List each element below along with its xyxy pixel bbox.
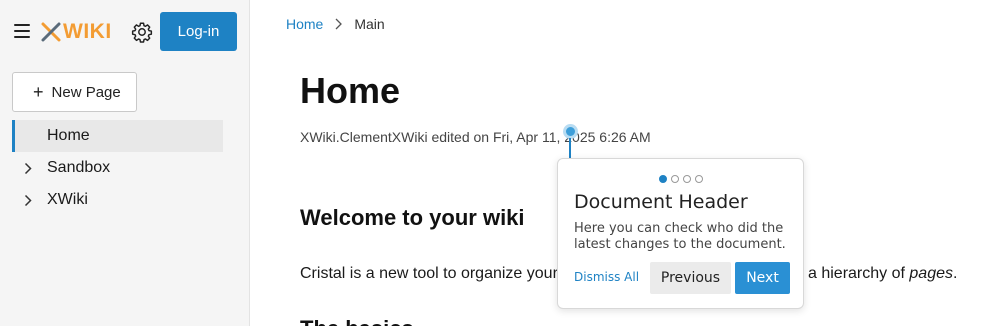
step-dot [683, 175, 691, 183]
page-tree: Home Sandbox XWiki [12, 120, 223, 216]
para-text: . [952, 265, 958, 282]
sidebar: WIKI Log-in + New Page Home Sandbox XWik… [0, 0, 250, 326]
chevron-right-icon [335, 18, 343, 30]
plus-icon: + [33, 82, 44, 102]
tour-pointer [569, 138, 571, 160]
page-meta: XWiki.ClementXWiki edited on Fri, Apr 11… [300, 129, 651, 145]
chevron-right-icon[interactable] [24, 162, 36, 175]
tour-step-indicator [659, 175, 703, 183]
page-title: Home [300, 70, 401, 111]
gear-icon[interactable] [131, 21, 153, 43]
tour-body: Here you can check who did the latest ch… [574, 221, 786, 252]
intro-paragraph-end: a hierarchy of pages. [808, 265, 957, 283]
para-text: a hierarchy of [808, 265, 910, 282]
tree-item-label: Home [47, 127, 90, 144]
step-dot-active [659, 175, 667, 183]
next-section-heading: The basics [300, 316, 414, 326]
tour-beacon [563, 124, 578, 139]
tree-item-label: XWiki [47, 191, 88, 208]
intro-paragraph: Cristal is a new tool to organize your [300, 265, 558, 282]
previous-button[interactable]: Previous [650, 262, 731, 294]
breadcrumb-current: Main [354, 16, 385, 32]
new-page-button[interactable]: + New Page [12, 72, 137, 112]
breadcrumb: Home Main [286, 16, 385, 32]
login-button[interactable]: Log-in [160, 12, 237, 51]
tour-title: Document Header [574, 191, 748, 213]
step-dot [695, 175, 703, 183]
menu-icon[interactable] [14, 24, 30, 38]
next-button[interactable]: Next [735, 262, 790, 294]
logo-x-icon [41, 22, 61, 42]
xwiki-logo[interactable]: WIKI [40, 20, 112, 44]
para-emphasis: pages [909, 265, 953, 282]
tree-item-home[interactable]: Home [12, 120, 223, 152]
logo-text: WIKI [63, 20, 112, 43]
tree-item-sandbox[interactable]: Sandbox [12, 152, 223, 184]
tree-item-xwiki[interactable]: XWiki [12, 184, 223, 216]
tree-item-label: Sandbox [47, 159, 111, 176]
dismiss-all-link[interactable]: Dismiss All [574, 270, 639, 284]
breadcrumb-home-link[interactable]: Home [286, 16, 323, 32]
chevron-right-icon[interactable] [24, 194, 36, 207]
tour-popover: Document Header Here you can check who d… [557, 158, 804, 309]
section-heading: Welcome to your wiki [300, 205, 525, 230]
new-page-label: New Page [51, 83, 121, 101]
step-dot [671, 175, 679, 183]
